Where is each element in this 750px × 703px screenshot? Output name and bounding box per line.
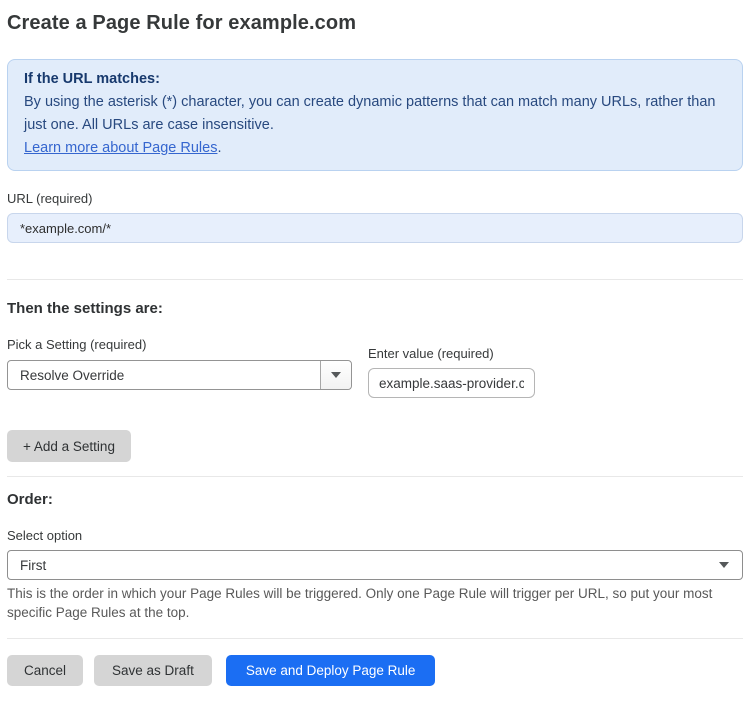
page-title: Create a Page Rule for example.com [7, 12, 357, 34]
setting-select-arrow-button[interactable] [320, 361, 351, 389]
info-box-body: By using the asterisk (*) character, you… [24, 94, 716, 133]
divider [7, 279, 743, 280]
url-input[interactable] [7, 213, 743, 243]
setting-value-input[interactable] [368, 368, 535, 398]
order-select[interactable]: First [7, 550, 743, 580]
info-link-suffix: . [217, 140, 222, 156]
divider [7, 638, 743, 639]
setting-select[interactable]: Resolve Override [7, 360, 352, 390]
info-box-heading: If the URL matches: [24, 71, 160, 87]
save-as-draft-button[interactable]: Save as Draft [94, 655, 212, 686]
pick-setting-label: Pick a Setting (required) [7, 337, 147, 352]
order-help-text: This is the order in which your Page Rul… [7, 586, 713, 620]
url-match-info-box: If the URL matches: By using the asteris… [7, 59, 743, 171]
divider [7, 476, 743, 477]
cancel-button[interactable]: Cancel [7, 655, 84, 686]
enter-value-column: Enter value (required) [368, 346, 535, 398]
chevron-down-icon [719, 562, 729, 568]
save-and-deploy-button[interactable]: Save and Deploy Page Rule [225, 655, 436, 686]
info-link-line: Learn more about Page Rules. [24, 137, 726, 160]
setting-select-value: Resolve Override [20, 367, 125, 383]
chevron-down-icon [331, 372, 341, 378]
create-page-rule-panel: Create a Page Rule for example.com If th… [0, 12, 750, 686]
pick-setting-column: Pick a Setting (required) Resolve Overri… [7, 337, 352, 390]
footer-button-row: Cancel Save as Draft Save and Deploy Pag… [7, 655, 743, 686]
learn-more-link[interactable]: Learn more about Page Rules [24, 140, 217, 156]
add-setting-button[interactable]: + Add a Setting [7, 430, 131, 462]
order-section-heading: Order: [7, 491, 53, 508]
order-select-label: Select option [7, 528, 83, 543]
setting-row: Pick a Setting (required) Resolve Overri… [7, 337, 743, 398]
url-field-label: URL (required) [7, 191, 93, 206]
enter-value-label: Enter value (required) [368, 346, 494, 361]
settings-section-heading: Then the settings are: [7, 300, 163, 317]
order-select-value: First [20, 557, 47, 573]
